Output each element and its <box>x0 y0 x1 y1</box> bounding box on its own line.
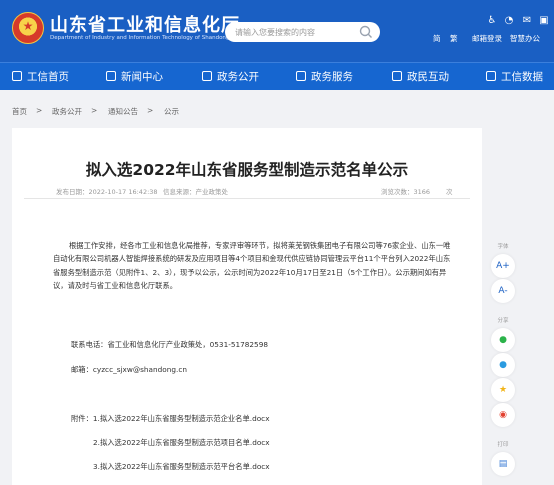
office-icon[interactable]: ▣ <box>538 15 550 27</box>
weibo-share-icon[interactable]: ◉ <box>491 403 515 427</box>
breadcrumb-separator: > <box>147 106 154 115</box>
article-body: 根据工作安排，经各市工业和信息化局推荐，专家评审等环节，拟将莱芜钢铁集团电子有限… <box>53 241 451 290</box>
services-icon <box>296 71 306 81</box>
interaction-icon <box>392 71 402 81</box>
search-box <box>225 22 380 42</box>
article-panel: 拟入选2022年山东省服务型制造示范名单公示 发布日期：2022-10-17 1… <box>12 128 482 485</box>
mail-icon[interactable]: ✉ <box>521 15 533 27</box>
contact-phone: 联系电话：省工业和信息化厅产业政策处，0531-51782598 <box>71 340 268 349</box>
publish-time: 发布日期：2022-10-17 16:42:38 <box>56 188 158 196</box>
emblem-icon <box>12 12 44 44</box>
nav-item-public-affairs[interactable]: 政务公开 <box>202 63 259 91</box>
breadcrumb-notices[interactable]: 通知公告 <box>108 106 138 117</box>
breadcrumb-separator: > <box>36 106 43 115</box>
nav-item-news[interactable]: 新闻中心 <box>106 63 163 91</box>
font-smaller-button[interactable]: A- <box>491 279 515 303</box>
top-icon-row: ♿ ◔ ✉ ▣ <box>486 15 550 29</box>
news-icon <box>106 71 116 81</box>
site-title[interactable]: 山东省工业和信息化厅 <box>50 11 240 37</box>
nav-item-services[interactable]: 政务服务 <box>296 63 353 91</box>
simplified-chinese-link[interactable]: 简 <box>433 33 441 44</box>
home-icon <box>12 71 22 81</box>
info-source: 信息来源：产业政策处 <box>163 188 228 196</box>
site-subtitle: Department of Industry and Information T… <box>50 35 255 41</box>
contact-email: 邮箱：cyzcc_sjxw@shandong.cn <box>71 365 187 374</box>
public-affairs-icon <box>202 71 212 81</box>
article-title: 拟入选2022年山东省服务型制造示范名单公示 <box>85 161 409 179</box>
print-icon[interactable]: ▤ <box>491 452 515 476</box>
traditional-chinese-link[interactable]: 繁 <box>450 33 458 44</box>
nav-item-interaction[interactable]: 政民互动 <box>392 63 449 91</box>
breadcrumb-publicity[interactable]: 公示 <box>164 106 179 117</box>
title-divider <box>24 198 470 199</box>
search-icon[interactable] <box>358 24 374 40</box>
font-size-label: 字体 <box>497 244 509 250</box>
attachment-link[interactable]: 附件：1.拟入选2022年山东省服务型制造示范企业名单.docx <box>71 414 270 424</box>
site-header: 山东省工业和信息化厅 Department of Industry and In… <box>0 0 554 62</box>
breadcrumb-separator: > <box>91 106 98 115</box>
font-larger-button[interactable]: A+ <box>491 254 515 278</box>
view-count-unit: 次 <box>446 188 453 196</box>
breadcrumb-home[interactable]: 首页 <box>12 106 27 117</box>
wechat-share-icon[interactable]: ● <box>491 328 515 352</box>
print-label: 打印 <box>497 442 509 448</box>
smart-office-link[interactable]: 智慧办公 <box>510 33 540 44</box>
main-nav: 工信首页 新闻中心 政务公开 政务服务 政民互动 工信数据 <box>0 62 554 90</box>
share-label: 分享 <box>497 318 509 324</box>
accessibility-icon[interactable]: ♿ <box>486 15 498 27</box>
attachment-link[interactable]: 2.拟入选2022年山东省服务型制造示范项目名单.docx <box>93 438 270 448</box>
nav-item-home[interactable]: 工信首页 <box>12 63 69 91</box>
view-count: 浏览次数：3166 <box>381 188 431 196</box>
data-icon <box>486 71 496 81</box>
qzone-share-icon[interactable]: ★ <box>491 378 515 402</box>
nav-item-data[interactable]: 工信数据 <box>486 63 543 91</box>
attachment-link[interactable]: 3.拟入选2022年山东省服务型制造示范平台名单.docx <box>93 462 270 472</box>
care-mode-icon[interactable]: ◔ <box>503 15 515 27</box>
email-login-link[interactable]: 邮箱登录 <box>472 33 502 44</box>
qq-share-icon[interactable]: ● <box>491 353 515 377</box>
breadcrumb-public-affairs[interactable]: 政务公开 <box>52 106 82 117</box>
search-input[interactable] <box>235 22 365 42</box>
